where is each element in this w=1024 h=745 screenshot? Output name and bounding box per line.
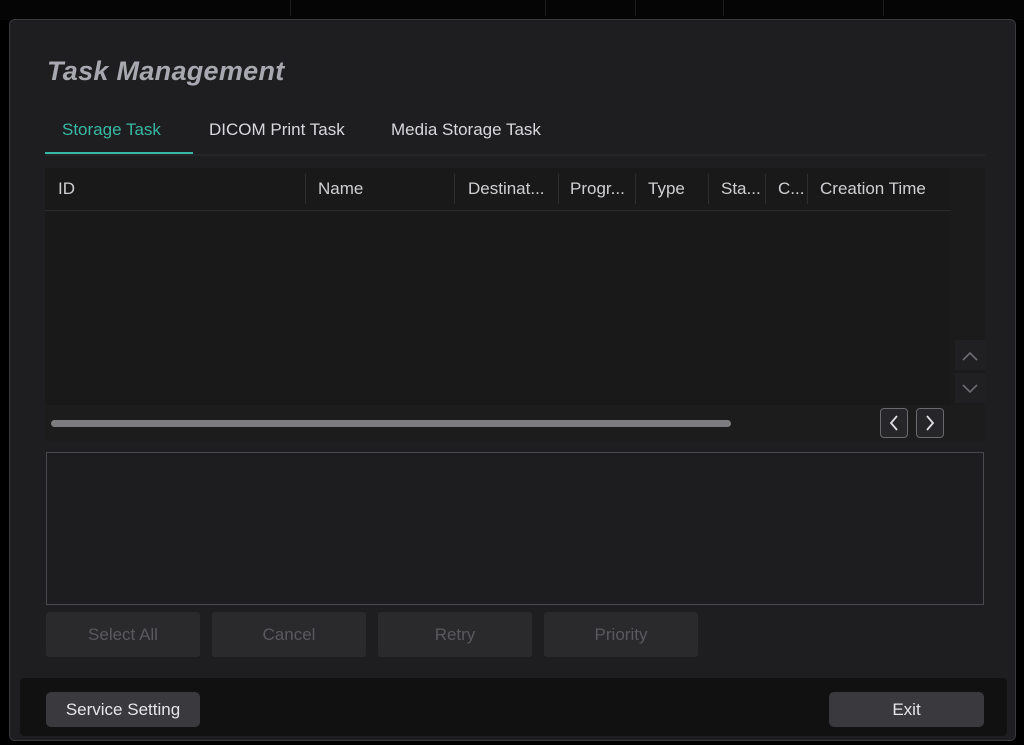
background-app-strip [0, 0, 1024, 20]
priority-button[interactable]: Priority [544, 612, 698, 657]
chevron-left-icon[interactable] [880, 408, 908, 438]
column-header-status[interactable]: Sta... [721, 168, 767, 210]
exit-button[interactable]: Exit [829, 692, 984, 727]
select-all-button[interactable]: Select All [46, 612, 200, 657]
tab-label: Storage Task [62, 120, 161, 139]
column-header-type[interactable]: Type [648, 168, 703, 210]
tab-label: DICOM Print Task [209, 120, 345, 139]
chevron-down-icon[interactable] [955, 373, 985, 403]
column-divider [454, 174, 455, 204]
table-header: ID Name Destinat... Progr... Type Sta...… [45, 168, 951, 211]
cancel-button[interactable]: Cancel [212, 612, 366, 657]
task-detail-panel [46, 452, 984, 605]
background-cell [290, 0, 546, 16]
background-cell [545, 0, 636, 16]
column-header-name[interactable]: Name [318, 168, 448, 210]
column-header-id[interactable]: ID [58, 168, 298, 210]
tab-label: Media Storage Task [391, 120, 541, 139]
chevron-right-icon[interactable] [916, 408, 944, 438]
column-divider [708, 174, 709, 204]
column-divider [635, 174, 636, 204]
service-setting-button[interactable]: Service Setting [46, 692, 200, 727]
column-divider [807, 174, 808, 204]
dialog-title: Task Management [47, 56, 285, 86]
task-table: ID Name Destinat... Progr... Type Sta...… [45, 168, 951, 440]
tab-bar: Storage Task DICOM Print Task Media Stor… [45, 118, 985, 156]
column-divider [305, 174, 306, 204]
column-header-progress[interactable]: Progr... [570, 168, 636, 210]
task-management-dialog: Task Management Storage Task DICOM Print… [9, 19, 1016, 741]
vertical-scroll-area [951, 168, 985, 440]
retry-button[interactable]: Retry [378, 612, 532, 657]
background-cell [723, 0, 884, 16]
horizontal-scroll-row [45, 405, 985, 441]
column-divider [558, 174, 559, 204]
horizontal-scrollbar[interactable] [51, 420, 891, 428]
scrollbar-thumb[interactable] [51, 420, 731, 427]
tab-media-storage-task[interactable]: Media Storage Task [391, 118, 581, 154]
tab-dicom-print-task[interactable]: DICOM Print Task [209, 118, 379, 154]
column-header-creation-time[interactable]: Creation Time [820, 168, 950, 210]
dialog-footer: Service Setting Exit [20, 678, 1007, 736]
tab-storage-task[interactable]: Storage Task [45, 118, 193, 154]
column-header-destination[interactable]: Destinat... [468, 168, 558, 210]
background-cell [635, 0, 724, 16]
chevron-up-icon[interactable] [955, 340, 985, 370]
background-cell [180, 0, 291, 16]
column-divider [765, 174, 766, 204]
